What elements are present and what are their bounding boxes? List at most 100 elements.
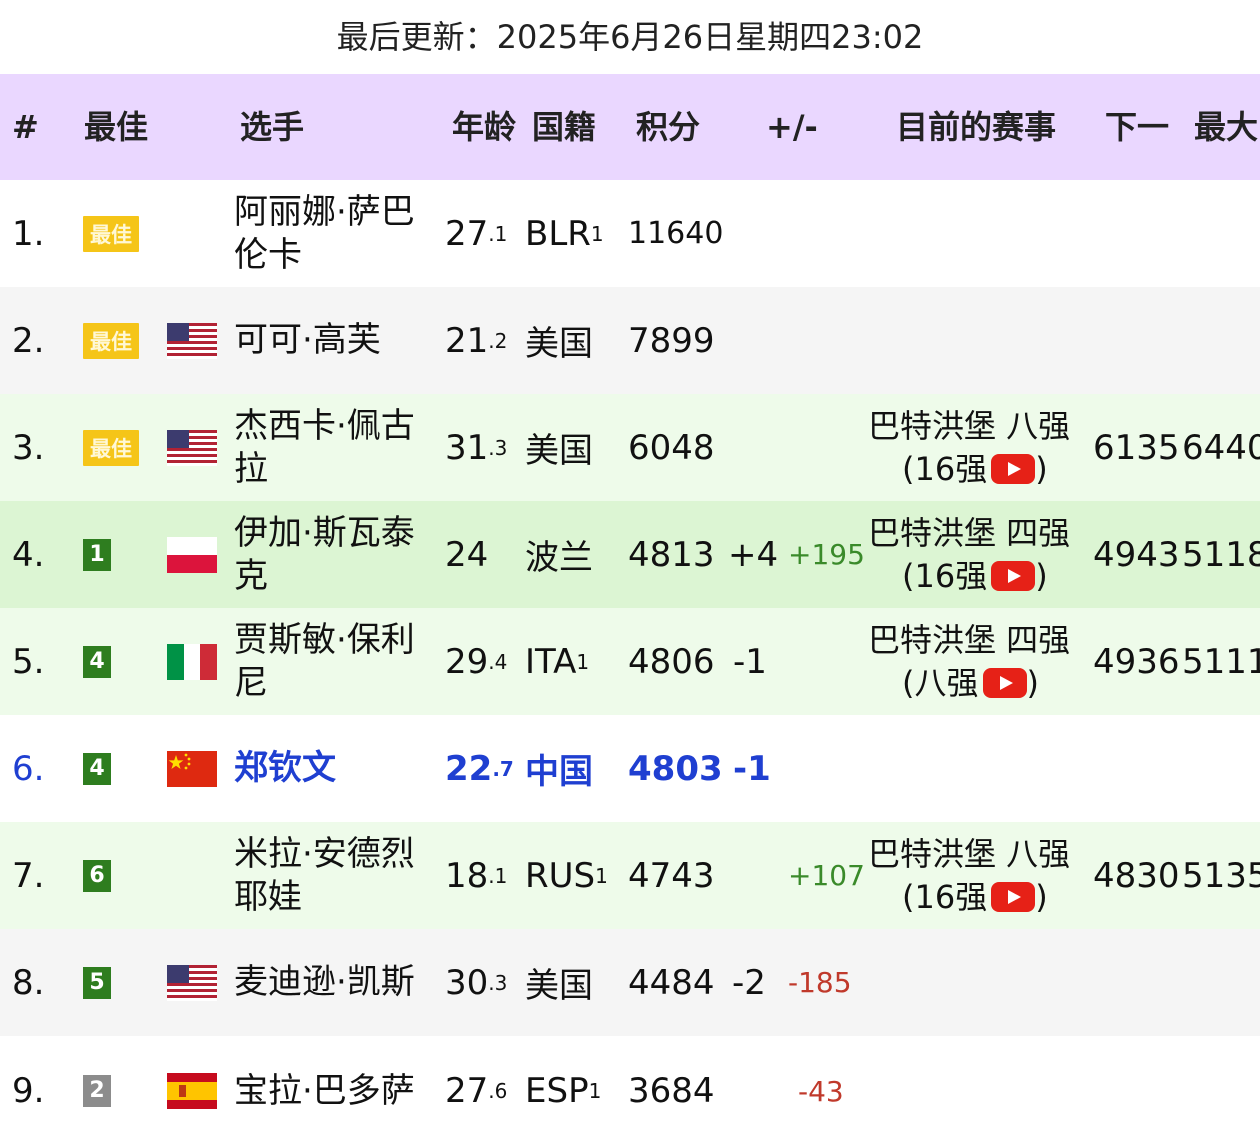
event-line2: (16强 (902, 449, 988, 488)
header-next[interactable]: 下一 (1105, 74, 1169, 180)
player-name[interactable]: 郑钦文 (234, 715, 439, 822)
table-row[interactable]: 2. 最佳 可可·高芙 21.2 美国 7899 (0, 287, 1260, 394)
player-age: 29.4 (445, 608, 507, 715)
points: 4743 (628, 855, 715, 896)
points: 11640 (628, 216, 724, 251)
player-name[interactable]: 阿丽娜·萨巴伦卡 (234, 180, 439, 287)
points-gain: +195 (788, 538, 865, 571)
player-name[interactable]: 贾斯敏·保利尼 (234, 608, 439, 715)
table-row[interactable]: 5. 4 贾斯敏·保利尼 29.4 ITA 1 4806 -1 巴特洪堡 四强 (… (0, 608, 1260, 715)
points: 4806 (628, 641, 715, 682)
points-loss: -43 (798, 1074, 844, 1108)
age-value: 27 (445, 1071, 489, 1111)
header-age[interactable]: 年龄 (452, 74, 516, 180)
header-nationality[interactable]: 国籍 (532, 74, 596, 180)
nat-superscript: 1 (588, 1079, 602, 1103)
header-best[interactable]: 最佳 (84, 74, 148, 180)
best-rank-number: 4 (83, 645, 111, 678)
points-gain: +107 (788, 859, 865, 892)
rank: 2. (12, 320, 45, 361)
nat-code: RUS (525, 855, 596, 896)
nationality: BLR 1 (525, 180, 604, 287)
event-line2: (16强 (902, 877, 988, 916)
usa-flag-icon (167, 287, 217, 394)
current-event: 巴特洪堡 八强 (16强) (868, 394, 1086, 501)
points: 4484 (628, 962, 715, 1003)
header-player[interactable]: 选手 (240, 74, 304, 180)
age-value: 31 (445, 427, 489, 468)
event-close-paren: ) (1035, 449, 1048, 488)
nat-code: ITA (525, 641, 577, 682)
rank: 1. (12, 213, 45, 254)
player-name[interactable]: 宝拉·巴多萨 (234, 1036, 439, 1146)
age-decimal: .1 (488, 863, 508, 888)
max-points: 5118 (1182, 534, 1260, 575)
youtube-icon[interactable] (991, 560, 1036, 591)
age-decimal: .4 (488, 649, 508, 674)
usa-flag-icon (167, 929, 217, 1036)
header-hash[interactable]: # (12, 74, 39, 180)
header-max[interactable]: 最大 (1194, 74, 1258, 180)
table-row[interactable]: 4. 1 伊加·斯瓦泰克 24 波兰 4813 +4 +195 巴特洪堡 四强 … (0, 501, 1260, 608)
youtube-icon[interactable] (982, 667, 1027, 698)
nat-superscript: 1 (590, 221, 604, 246)
next-points: 4943 (1093, 534, 1180, 575)
youtube-icon[interactable] (991, 453, 1036, 484)
age-value: 21 (445, 320, 489, 361)
best-rank-number: 5 (83, 966, 111, 999)
event-line1: 巴特洪堡 八强 (868, 406, 1071, 445)
player-name[interactable]: 可可·高芙 (234, 287, 439, 394)
table-row[interactable]: 8. 5 麦迪逊·凯斯 30.3 美国 4484 -2 -185 (0, 929, 1260, 1036)
player-name[interactable]: 伊加·斯瓦泰克 (234, 501, 439, 608)
nat-superscript: 1 (595, 863, 608, 888)
points: 6048 (628, 427, 715, 468)
table-row[interactable]: 9. 2 宝拉·巴多萨 27.6 ESP 1 3684 -43 (0, 1036, 1260, 1136)
best-label: 最佳 (83, 429, 139, 466)
header-current-event[interactable]: 目前的赛事 (896, 74, 1056, 180)
event-line1: 巴特洪堡 四强 (868, 620, 1071, 659)
rank: 6. (12, 748, 45, 789)
table-row[interactable]: 3. 最佳 杰西卡·佩古拉 31.3 美国 6048 巴特洪堡 八强 (16强)… (0, 394, 1260, 501)
rank: 8. (12, 962, 45, 1003)
youtube-icon[interactable] (991, 881, 1036, 912)
table-header: # 最佳 选手 年龄 国籍 积分 +/- 目前的赛事 下一 最大 (0, 74, 1260, 180)
table-row[interactable]: 1. 最佳 阿丽娜·萨巴伦卡 27.1 BLR 1 11640 (0, 180, 1260, 287)
rank-badge: 1 (83, 501, 111, 608)
best-badge: 最佳 (83, 180, 139, 287)
age-value: 22 (445, 748, 493, 789)
rank-change: -1 (733, 748, 771, 789)
nat-superscript: 1 (576, 649, 590, 674)
current-event: 巴特洪堡 四强 (16强) (868, 501, 1086, 608)
player-age: 30.3 (445, 929, 507, 1036)
event-close-paren: ) (1026, 663, 1039, 702)
player-name[interactable]: 杰西卡·佩古拉 (234, 394, 439, 501)
next-points: 4936 (1093, 641, 1180, 682)
rank-badge: 6 (83, 822, 111, 929)
nationality: 美国 (525, 324, 593, 364)
table-row[interactable]: 7. 6 米拉·安德烈耶娃 18.1 RUS 1 4743 +107 巴特洪堡 八… (0, 822, 1260, 929)
china-flag-icon (167, 715, 217, 822)
player-name[interactable]: 麦迪逊·凯斯 (234, 929, 439, 1036)
player-age: 27.6 (445, 1036, 507, 1146)
points: 7899 (628, 320, 715, 361)
age-decimal: .3 (488, 970, 508, 995)
player-name[interactable]: 米拉·安德烈耶娃 (234, 822, 439, 929)
nat-code: BLR (525, 213, 591, 254)
player-age: 22.7 (445, 715, 514, 822)
table-row[interactable]: 6. 4 郑钦文 22.7 中国 4803 -1 (0, 715, 1260, 822)
current-event: 巴特洪堡 八强 (16强) (868, 822, 1086, 929)
rank-badge: 2 (83, 1036, 111, 1146)
age-decimal: .6 (488, 1079, 508, 1103)
next-points: 6135 (1093, 427, 1180, 468)
usa-flag-icon (167, 394, 217, 501)
player-age: 27.1 (445, 180, 507, 287)
poland-flag-icon (167, 501, 217, 608)
points: 4803 (628, 748, 723, 789)
header-points[interactable]: 积分 (636, 74, 700, 180)
next-points: 4830 (1093, 855, 1180, 896)
header-change[interactable]: +/- (766, 74, 818, 180)
best-rank-number: 4 (83, 752, 111, 785)
best-badge: 最佳 (83, 394, 139, 501)
best-label: 最佳 (83, 322, 139, 359)
rank: 5. (12, 641, 45, 682)
